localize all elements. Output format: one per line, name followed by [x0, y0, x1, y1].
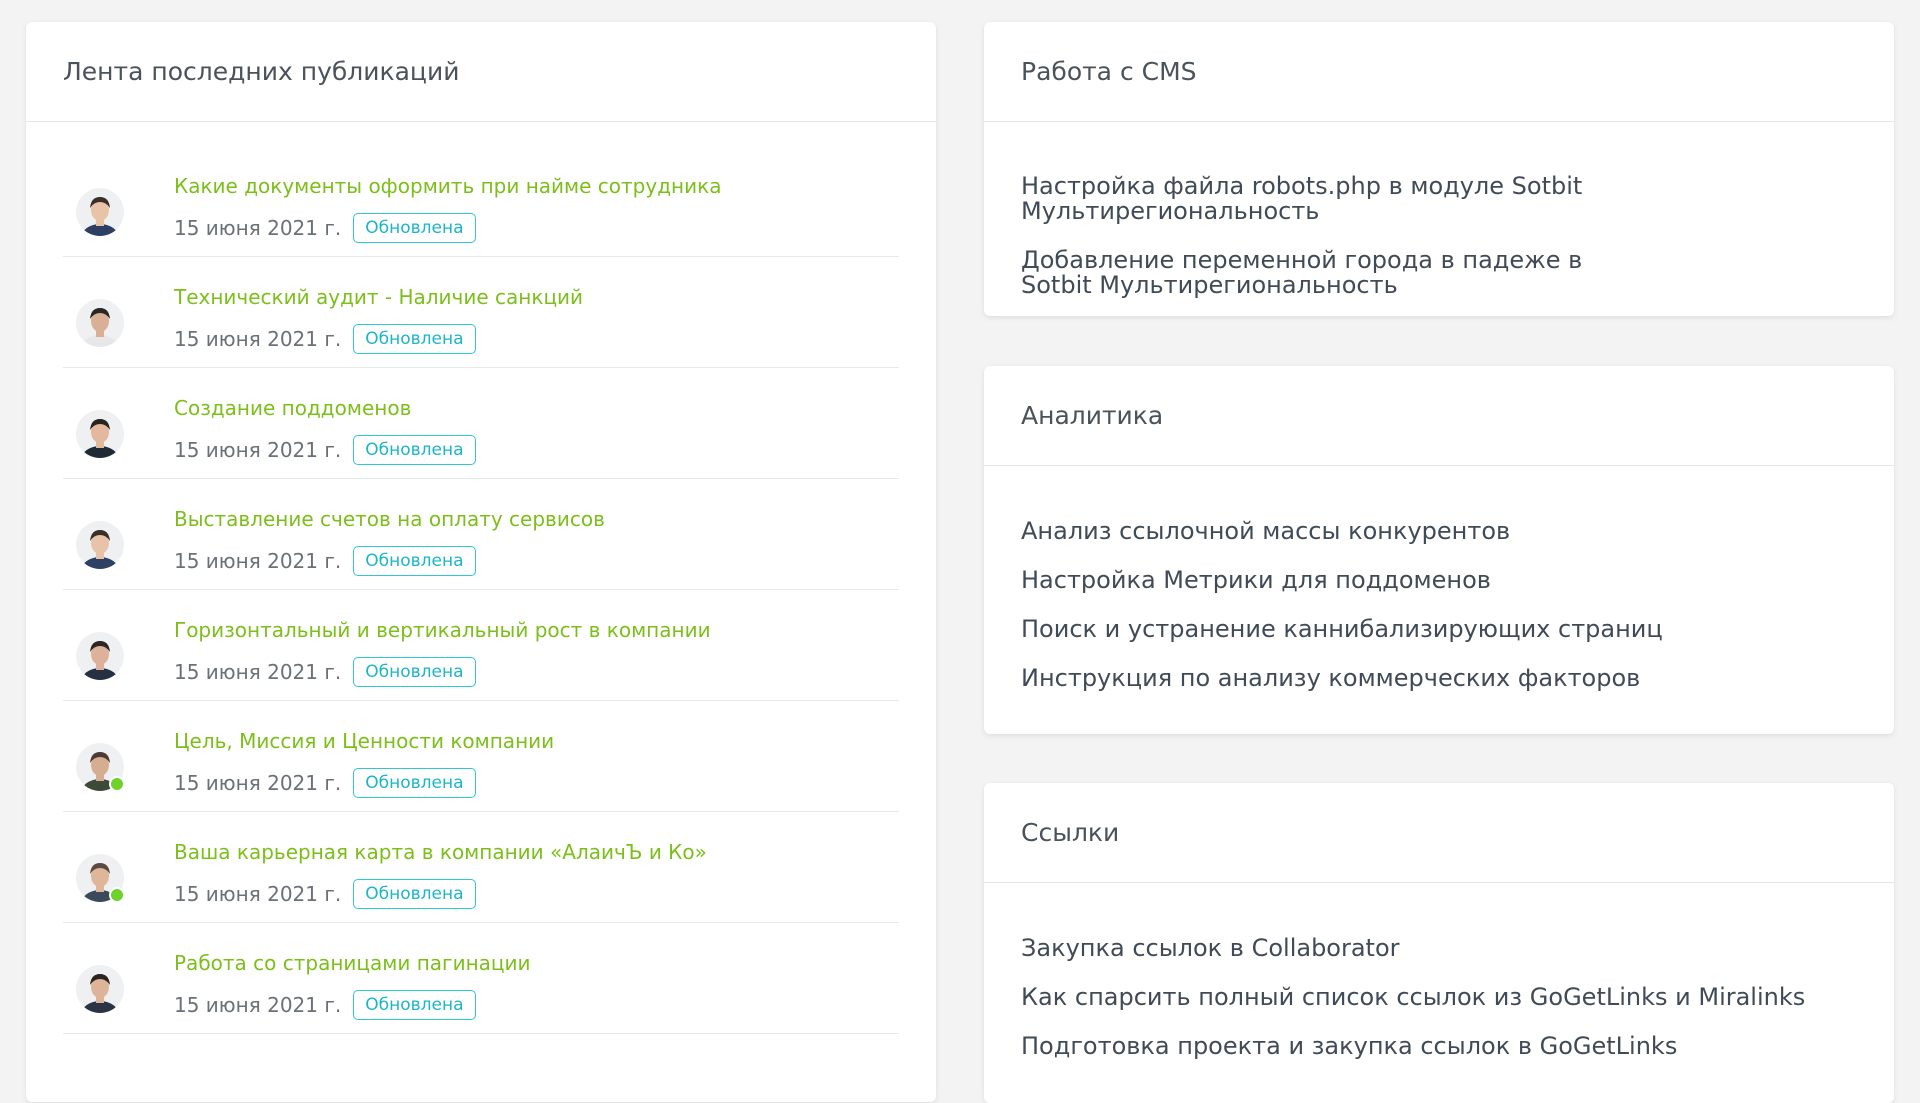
- cms-links-list: Настройка файла robots.php в модуле Sotb…: [984, 122, 1894, 298]
- publication-meta: 15 июня 2021 г. Обновлена: [174, 879, 476, 909]
- cms-card-title: Работа с CMS: [984, 22, 1894, 122]
- publication-item: Технический аудит - Наличие санкций 15 и…: [63, 257, 899, 368]
- publication-date: 15 июня 2021 г.: [174, 327, 342, 351]
- avatar-photo: [76, 632, 124, 680]
- article-link[interactable]: Поиск и устранение каннибализирующих стр…: [1021, 617, 1857, 642]
- analytics-links-list: Анализ ссылочной массы конкурентов Настр…: [984, 466, 1894, 691]
- publication-meta: 15 июня 2021 г. Обновлена: [174, 657, 476, 687]
- author-avatar[interactable]: [76, 965, 124, 1013]
- status-badge: Обновлена: [353, 435, 476, 465]
- author-avatar[interactable]: [76, 521, 124, 569]
- author-avatar[interactable]: [76, 188, 124, 236]
- author-avatar[interactable]: [76, 854, 125, 903]
- publication-meta: 15 июня 2021 г. Обновлена: [174, 768, 476, 798]
- author-avatar[interactable]: [76, 299, 124, 347]
- publication-item: Горизонтальный и вертикальный рост в ком…: [63, 590, 899, 701]
- article-link[interactable]: Настройка файла robots.php в модуле Sotb…: [1021, 174, 1857, 224]
- article-link[interactable]: Настройка Метрики для поддоменов: [1021, 568, 1857, 593]
- feed-card-title: Лента последних публикаций: [26, 22, 936, 122]
- author-avatar[interactable]: [76, 410, 124, 458]
- article-link[interactable]: Закупка ссылок в Collaborator: [1021, 936, 1857, 961]
- cms-card: Работа с CMS Настройка файла robots.php …: [984, 22, 1894, 316]
- status-badge: Обновлена: [353, 879, 476, 909]
- publication-title-link[interactable]: Какие документы оформить при найме сотру…: [174, 174, 721, 198]
- publication-item: Работа со страницами пагинации 15 июня 2…: [63, 923, 899, 1034]
- status-badge: Обновлена: [353, 768, 476, 798]
- publication-item: Ваша карьерная карта в компании «АлаичЪ …: [63, 812, 899, 923]
- article-link[interactable]: Инструкция по анализу коммерческих факто…: [1021, 666, 1857, 691]
- publication-meta: 15 июня 2021 г. Обновлена: [174, 324, 476, 354]
- publication-meta: 15 июня 2021 г. Обновлена: [174, 990, 476, 1020]
- avatar-photo: [76, 410, 124, 458]
- status-badge: Обновлена: [353, 657, 476, 687]
- publication-title-link[interactable]: Ваша карьерная карта в компании «АлаичЪ …: [174, 840, 707, 864]
- status-badge: Обновлена: [353, 324, 476, 354]
- avatar-photo: [76, 965, 124, 1013]
- status-badge: Обновлена: [353, 990, 476, 1020]
- avatar-photo: [76, 521, 124, 569]
- publication-item: Цель, Миссия и Ценности компании 15 июня…: [63, 701, 899, 812]
- publication-title-link[interactable]: Работа со страницами пагинации: [174, 951, 531, 975]
- publication-item: Выставление счетов на оплату сервисов 15…: [63, 479, 899, 590]
- publications-feed-card: Лента последних публикаций Какие докумен…: [26, 22, 936, 1102]
- publication-item: Какие документы оформить при найме сотру…: [63, 146, 899, 257]
- article-link[interactable]: Добавление переменной города в падеже в …: [1021, 248, 1621, 298]
- publication-title-link[interactable]: Горизонтальный и вертикальный рост в ком…: [174, 618, 711, 642]
- article-link[interactable]: Подготовка проекта и закупка ссылок в Go…: [1021, 1034, 1857, 1059]
- status-badge: Обновлена: [353, 546, 476, 576]
- publication-date: 15 июня 2021 г.: [174, 882, 342, 906]
- online-status-dot: [109, 776, 125, 792]
- publication-date: 15 июня 2021 г.: [174, 771, 342, 795]
- author-avatar[interactable]: [76, 743, 125, 792]
- publication-date: 15 июня 2021 г.: [174, 549, 342, 573]
- avatar-photo: [76, 188, 124, 236]
- publication-title-link[interactable]: Создание поддоменов: [174, 396, 411, 420]
- publication-date: 15 июня 2021 г.: [174, 993, 342, 1017]
- publication-item: Создание поддоменов 15 июня 2021 г. Обно…: [63, 368, 899, 479]
- article-link[interactable]: Как спарсить полный список ссылок из GoG…: [1021, 985, 1857, 1010]
- publication-meta: 15 июня 2021 г. Обновлена: [174, 213, 476, 243]
- analytics-card-title: Аналитика: [984, 366, 1894, 466]
- status-badge: Обновлена: [353, 213, 476, 243]
- author-avatar[interactable]: [76, 632, 124, 680]
- online-status-dot: [109, 887, 125, 903]
- publication-date: 15 июня 2021 г.: [174, 660, 342, 684]
- links-links-list: Закупка ссылок в Collaborator Как спарси…: [984, 883, 1894, 1059]
- publication-date: 15 июня 2021 г.: [174, 438, 342, 462]
- publication-title-link[interactable]: Выставление счетов на оплату сервисов: [174, 507, 605, 531]
- publication-meta: 15 июня 2021 г. Обновлена: [174, 435, 476, 465]
- publication-title-link[interactable]: Технический аудит - Наличие санкций: [174, 285, 583, 309]
- links-card-title: Ссылки: [984, 783, 1894, 883]
- avatar-photo: [76, 299, 124, 347]
- publications-list: Какие документы оформить при найме сотру…: [26, 122, 936, 1034]
- links-card: Ссылки Закупка ссылок в Collaborator Как…: [984, 783, 1894, 1103]
- article-link[interactable]: Анализ ссылочной массы конкурентов: [1021, 519, 1857, 544]
- publication-title-link[interactable]: Цель, Миссия и Ценности компании: [174, 729, 554, 753]
- publication-meta: 15 июня 2021 г. Обновлена: [174, 546, 476, 576]
- publication-date: 15 июня 2021 г.: [174, 216, 342, 240]
- analytics-card: Аналитика Анализ ссылочной массы конкуре…: [984, 366, 1894, 734]
